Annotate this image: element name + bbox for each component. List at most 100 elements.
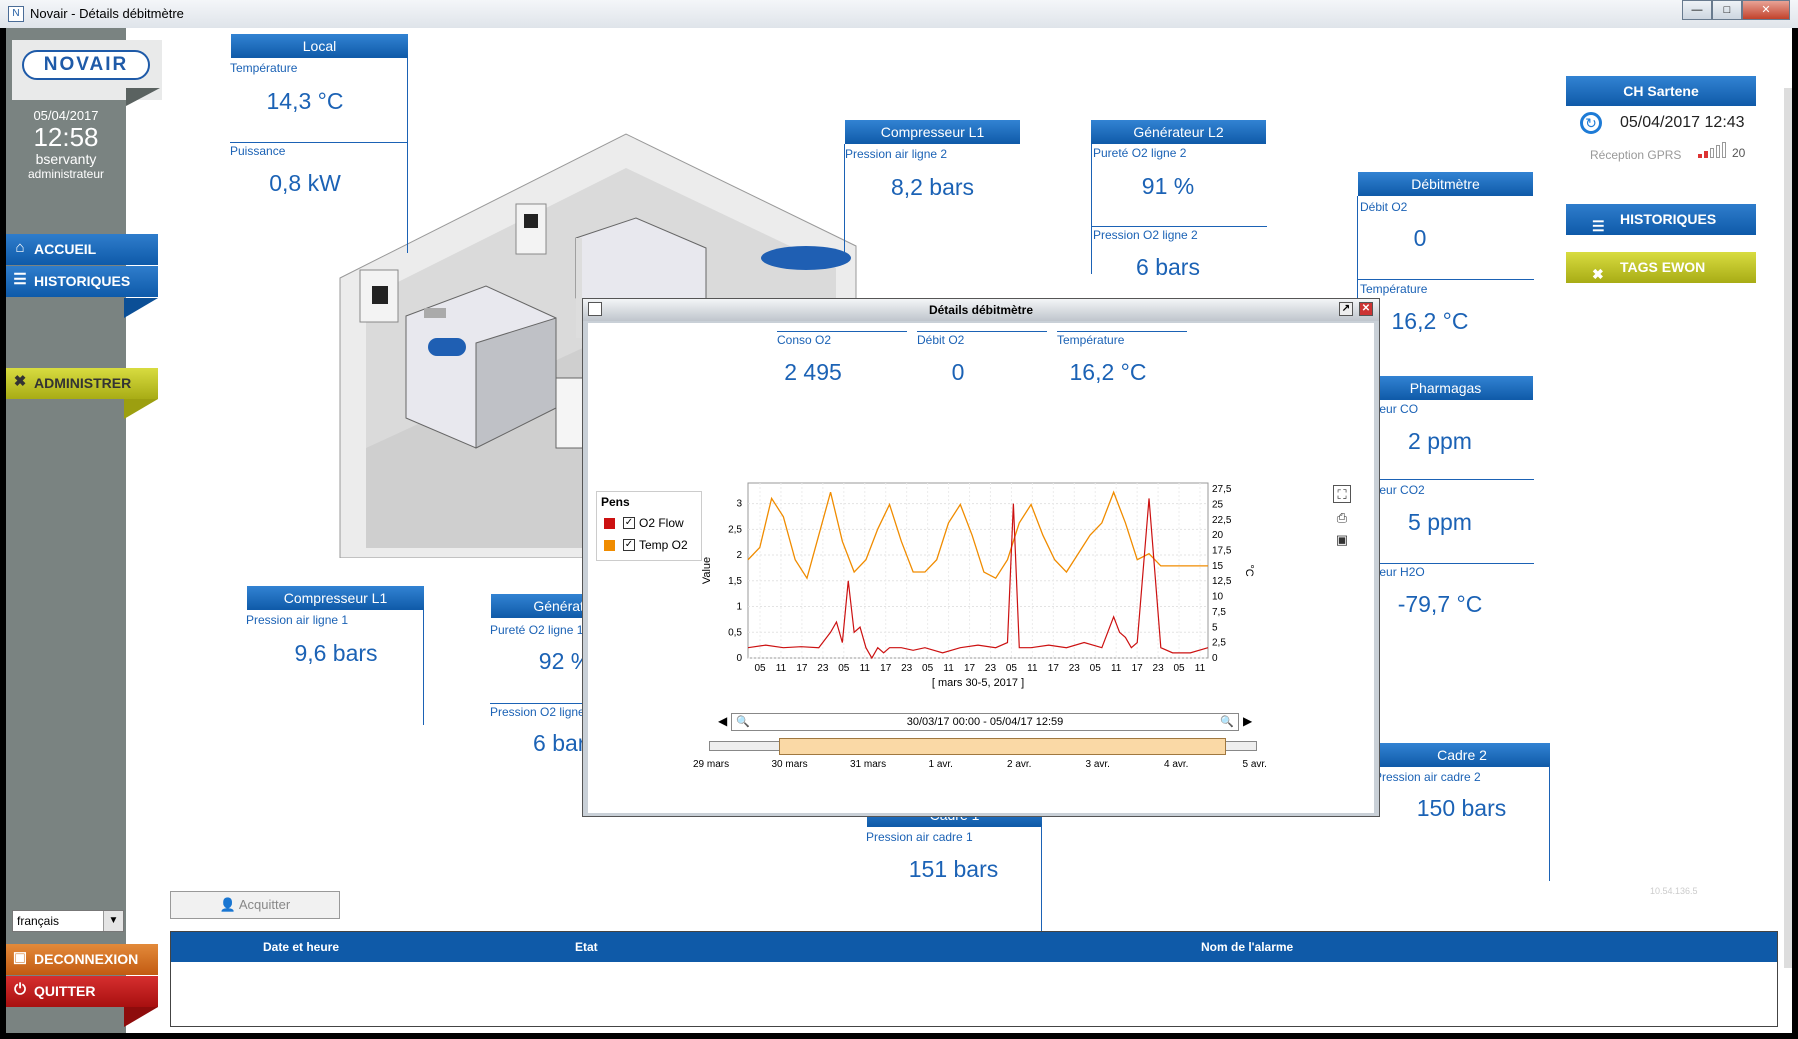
local-temp-value: 14,3 °C xyxy=(266,88,344,114)
x-tick-label: 23 xyxy=(817,663,829,674)
zoom-out-icon[interactable]: 🔍 xyxy=(736,714,750,730)
acquitter-button[interactable]: 👤 Acquitter xyxy=(170,891,340,919)
temp-o2-swatch xyxy=(604,540,615,551)
fit-chart-icon[interactable]: ⛶ xyxy=(1333,485,1351,503)
range-next-button[interactable]: ▶ xyxy=(1243,714,1252,728)
close-window-button[interactable]: ✕ xyxy=(1742,0,1790,20)
current-date: 05/04/2017 xyxy=(33,108,99,123)
y-right-tick-label: 22,5 xyxy=(1212,515,1232,526)
tools-icon: ✖ xyxy=(13,373,27,390)
cadre2-header: Cadre 2 xyxy=(1374,743,1550,767)
x-tick-label: 23 xyxy=(1153,663,1165,674)
x-tick-label: 05 xyxy=(1173,663,1185,674)
pen-temp-o2[interactable]: ✓ Temp O2 xyxy=(597,534,701,556)
y-right-tick-label: 5 xyxy=(1212,622,1218,633)
tags-ewon-button[interactable]: ✖ TAGS EWON xyxy=(1566,252,1756,283)
debitmetre-temp-value: 16,2 °C xyxy=(1391,308,1469,334)
temperature-label: Température xyxy=(1057,333,1125,347)
timeline-slider[interactable] xyxy=(709,738,1257,755)
x-tick-label: 11 xyxy=(1111,663,1122,674)
pharmagas-co2-value: 5 ppm xyxy=(1408,509,1472,535)
maximize-button[interactable]: □ xyxy=(1712,0,1742,20)
gprs-label: Réception GPRS xyxy=(1590,148,1682,162)
minimize-button[interactable]: — xyxy=(1682,0,1712,20)
o2-flow-checkbox[interactable]: ✓ xyxy=(623,517,635,529)
user-role: administrateur xyxy=(27,167,105,181)
nav-accueil-button[interactable]: ⌂ ACCUEIL xyxy=(6,234,158,265)
y-tick-label: 2,5 xyxy=(728,524,742,535)
temp-o2-checkbox[interactable]: ✓ xyxy=(623,539,635,551)
timeline-tick-label: 5 avr. xyxy=(1242,759,1267,770)
compresseur-l1-top-label: Pression air ligne 2 xyxy=(845,147,948,161)
ip-address: 10.54.136.5 xyxy=(1650,886,1698,896)
debitmetre-flow-value: 0 xyxy=(1413,225,1427,251)
x-axis-label: [ mars 30-5, 2017 ] xyxy=(932,677,1024,689)
site-name: CH Sartene xyxy=(1566,76,1756,106)
y-right-tick-label: 25 xyxy=(1212,499,1224,510)
y-right-tick-label: 15 xyxy=(1212,561,1224,572)
alarm-table: Date et heure Etat Nom de l'alarme xyxy=(170,931,1778,1027)
x-tick-label: 17 xyxy=(1048,663,1060,674)
quitter-button[interactable]: ⏻ QUITTER xyxy=(6,976,158,1007)
deconnexion-button[interactable]: ▣ DECONNEXION xyxy=(6,944,158,975)
x-tick-label: 11 xyxy=(1027,663,1038,674)
col-alarm-name[interactable]: Nom de l'alarme xyxy=(1201,932,1293,962)
nav-administrer-button[interactable]: ✖ ADMINISTRER xyxy=(6,368,158,399)
decor-triangle xyxy=(124,298,158,318)
decor-triangle xyxy=(124,399,158,419)
y-tick-label: 3 xyxy=(736,499,742,510)
refresh-icon[interactable]: ↻ xyxy=(1580,112,1602,134)
timeline-tick-label: 4 avr. xyxy=(1164,759,1189,770)
divider xyxy=(1549,766,1550,881)
historiques-button[interactable]: ☰ HISTORIQUES xyxy=(1566,204,1756,235)
save-icon[interactable]: ▣ xyxy=(1333,531,1351,549)
local-power-value: 0,8 kW xyxy=(269,170,341,196)
print-icon[interactable]: ⎙ xyxy=(1333,509,1351,527)
divider xyxy=(1358,479,1534,480)
generateur-l2-pressure-label: Pression O2 ligne 2 xyxy=(1093,228,1198,242)
y-right-tick-label: 10 xyxy=(1212,592,1224,603)
pen-o2-flow[interactable]: ✓ O2 Flow xyxy=(597,512,701,534)
chevron-down-icon[interactable]: ▼ xyxy=(103,911,123,931)
debitmetre-temp-label: Température xyxy=(1360,282,1428,296)
trend-chart[interactable]: 00,511,522,5302,557,51012,51517,52022,52… xyxy=(698,473,1284,708)
range-prev-button[interactable]: ◀ xyxy=(718,714,727,728)
details-debitmetre-dialog: Détails débitmètre ↗ ✕ Conso O2 2 495 Dé… xyxy=(582,298,1380,817)
window-menu-icon[interactable] xyxy=(588,302,602,316)
nav-historiques-button[interactable]: ☰ HISTORIQUES xyxy=(6,266,158,297)
timeline-selection[interactable] xyxy=(779,738,1226,755)
local-power-label: Puissance xyxy=(230,144,286,158)
date-range-text: 30/03/17 00:00 - 05/04/17 12:59 xyxy=(906,716,1064,728)
last-sync-datetime: 05/04/2017 12:43 xyxy=(1620,114,1745,131)
timeline-tick-label: 2 avr. xyxy=(1007,759,1032,770)
cadre2-label: Pression air cadre 2 xyxy=(1374,770,1481,784)
x-tick-label: 05 xyxy=(838,663,850,674)
divider xyxy=(917,331,1047,332)
scrollbar[interactable] xyxy=(1784,88,1792,968)
x-tick-label: 11 xyxy=(776,663,787,674)
debit-o2-label: Débit O2 xyxy=(917,333,965,347)
date-range-bar[interactable]: 🔍 30/03/17 00:00 - 05/04/17 12:59 🔍 xyxy=(731,713,1239,731)
language-select[interactable]: français ▼ xyxy=(12,910,124,932)
col-state[interactable]: Etat xyxy=(575,932,598,962)
y-right-tick-label: 2,5 xyxy=(1212,638,1226,649)
x-tick-label: 17 xyxy=(964,663,976,674)
o2-flow-swatch xyxy=(604,518,615,529)
compresseur-l1-top-value: 8,2 bars xyxy=(890,174,975,200)
pens-legend: Pens ✓ O2 Flow ✓ Temp O2 xyxy=(596,491,702,561)
divider xyxy=(844,144,845,254)
cadre2-value: 150 bars xyxy=(1416,795,1507,821)
pharmagas-co-value: 2 ppm xyxy=(1408,428,1472,454)
generateur-l1-purity-label: Pureté O2 ligne 1 xyxy=(490,623,584,637)
zoom-in-icon[interactable]: 🔍 xyxy=(1220,714,1234,730)
y-right-tick-label: 27,5 xyxy=(1212,484,1232,495)
generateur-l2-purity-value: 91 % xyxy=(1141,173,1195,199)
y-tick-label: 0 xyxy=(736,653,742,664)
dialog-close-button[interactable]: ✕ xyxy=(1359,302,1373,316)
tools-icon: ✖ xyxy=(1592,266,1604,282)
generateur-l2-purity-label: Pureté O2 ligne 2 xyxy=(1093,146,1187,160)
historiques-label: HISTORIQUES xyxy=(1620,211,1717,227)
title-bar: N Novair - Détails débitmètre — □ ✕ xyxy=(0,0,1798,28)
popout-icon[interactable]: ↗ xyxy=(1339,302,1353,316)
col-date[interactable]: Date et heure xyxy=(263,932,339,962)
